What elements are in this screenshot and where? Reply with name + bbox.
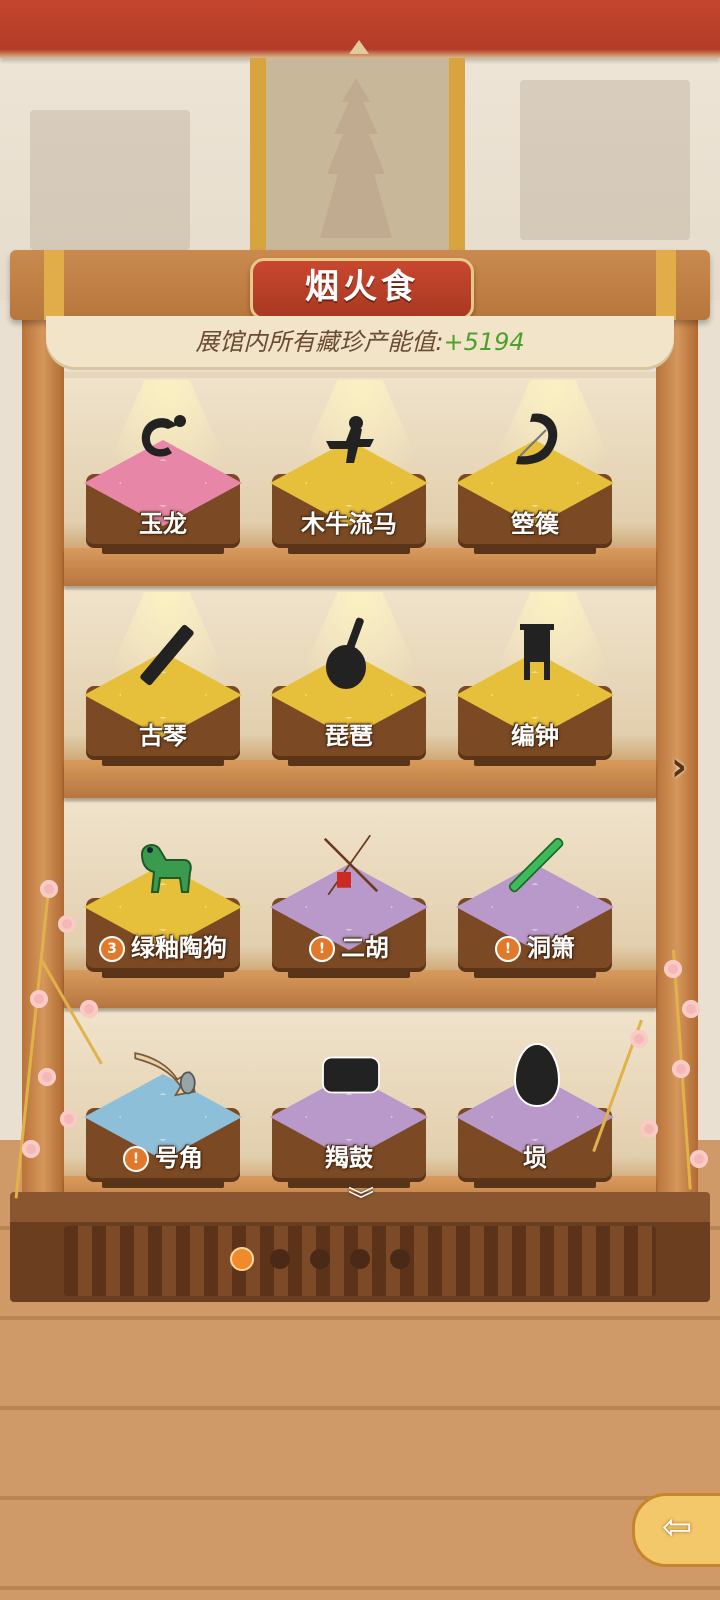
- mist-pagoda-left: [30, 110, 190, 250]
- collection-item[interactable]: ! 号角: [80, 1046, 246, 1196]
- item-name: 洞箫: [527, 934, 575, 962]
- energy-summary: 展馆内所有藏珍产能值:+5194: [46, 316, 674, 370]
- mist-pagoda-right: [520, 80, 690, 240]
- item-label: 埙: [452, 1138, 618, 1173]
- chevron-right-icon: ›: [670, 744, 688, 790]
- collection-item[interactable]: 3 绿釉陶狗: [80, 836, 246, 986]
- harp-icon: [502, 406, 572, 476]
- item-label: 编钟: [452, 716, 618, 751]
- jiegu-drum-icon: [316, 1040, 386, 1110]
- item-name: 二胡: [341, 934, 389, 962]
- xun-icon: [502, 1040, 572, 1110]
- jade-dragon-icon: [130, 406, 200, 476]
- collection-item[interactable]: 木牛流马: [266, 412, 432, 562]
- page-dot[interactable]: [310, 1249, 330, 1269]
- item-name: 箜篌: [511, 510, 559, 538]
- green-glazed-dog-icon: [130, 830, 200, 900]
- pagoda-icon: [320, 78, 392, 238]
- pipa-icon: [316, 617, 386, 689]
- next-page-button[interactable]: ›: [662, 745, 696, 789]
- energy-value: +5194: [443, 328, 525, 356]
- cabinet-trim-right: [656, 250, 676, 320]
- item-label: 古琴: [80, 716, 246, 751]
- item-label: ! 二胡: [266, 928, 432, 963]
- item-badge: !: [495, 936, 521, 962]
- item-label: 羯鼓: [266, 1138, 432, 1173]
- item-label: 木牛流马: [266, 504, 432, 539]
- item-badge: !: [309, 936, 335, 962]
- collection-item[interactable]: ! 二胡: [266, 834, 432, 986]
- item-name: 玉龙: [139, 510, 187, 538]
- bianzhong-icon: [502, 618, 572, 688]
- chevron-down-icon: ︾: [347, 1186, 374, 1216]
- item-label: ! 号角: [80, 1138, 246, 1173]
- item-name: 木牛流马: [301, 510, 397, 538]
- dongxiao-flute-icon: [502, 830, 572, 900]
- collection-item[interactable]: 琵琶: [266, 617, 432, 774]
- item-name: 号角: [155, 1144, 203, 1172]
- page-dot[interactable]: [270, 1249, 290, 1269]
- item-name: 琵琶: [325, 722, 373, 750]
- collection-item[interactable]: 古琴: [80, 624, 246, 774]
- hanging-scroll: [250, 58, 465, 258]
- item-label: ! 洞箫: [452, 928, 618, 963]
- item-label: 箜篌: [452, 504, 618, 539]
- erhu-icon: [316, 830, 386, 900]
- collection-item[interactable]: 埙: [452, 1042, 618, 1196]
- guqin-icon: [130, 618, 200, 688]
- item-label: 玉龙: [80, 504, 246, 539]
- item-name: 编钟: [511, 722, 559, 750]
- back-button[interactable]: ⇦: [632, 1493, 720, 1567]
- collection-item[interactable]: 编钟: [452, 624, 618, 774]
- item-badge: !: [123, 1146, 149, 1172]
- collapse-button[interactable]: ︾: [338, 1184, 384, 1218]
- collection-item[interactable]: 玉龙: [80, 412, 246, 562]
- horn-icon: [130, 1040, 200, 1110]
- item-name: 埙: [523, 1144, 547, 1172]
- item-badge: 3: [99, 936, 125, 962]
- collection-item[interactable]: 箜篌: [452, 412, 618, 562]
- cabinet-trim-left: [44, 250, 64, 320]
- item-label: 琵琶: [266, 716, 432, 751]
- item-name: 古琴: [139, 722, 187, 750]
- page-dot[interactable]: [350, 1249, 370, 1269]
- banner-tip: [349, 40, 369, 54]
- collection-item[interactable]: ! 洞箫: [452, 836, 618, 986]
- museum-title: 烟火食: [250, 258, 474, 320]
- item-name: 绿釉陶狗: [131, 934, 227, 962]
- item-label: 3 绿釉陶狗: [80, 928, 246, 963]
- page-dot[interactable]: [390, 1249, 410, 1269]
- energy-label: 展馆内所有藏珍产能值:: [195, 328, 444, 356]
- wooden-ox-icon: [316, 406, 386, 476]
- back-arrow-icon: ⇦: [661, 1507, 693, 1548]
- page-dot[interactable]: [230, 1247, 254, 1271]
- collection-item[interactable]: 羯鼓: [266, 1046, 432, 1196]
- item-name: 羯鼓: [325, 1144, 373, 1172]
